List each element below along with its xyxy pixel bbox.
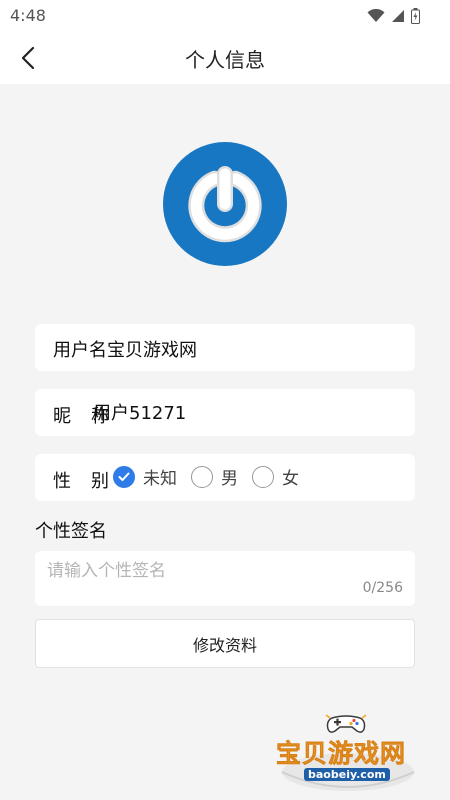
status-time: 4:48	[10, 6, 46, 25]
status-icons	[367, 8, 420, 24]
status-bar: 4:48	[0, 0, 450, 32]
signature-box: 0/256	[35, 551, 415, 606]
radio-unchecked[interactable]	[252, 465, 274, 488]
signature-input[interactable]	[47, 559, 397, 583]
gender-option-label: 女	[282, 469, 299, 489]
power-logo-icon	[163, 142, 287, 266]
signature-counter: 0/256	[362, 580, 403, 596]
username-row: 用户名宝贝游戏网	[35, 324, 415, 371]
wifi-icon	[367, 9, 385, 22]
signal-icon	[392, 10, 404, 22]
checkmark-icon	[118, 472, 130, 481]
watermark-title: 宝贝游戏网	[276, 739, 407, 769]
radio-unchecked[interactable]	[191, 465, 213, 488]
nickname-input[interactable]	[93, 399, 393, 425]
username-text: 用户名宝贝游戏网	[53, 340, 197, 361]
gender-option-label: 未知	[143, 469, 177, 489]
page-title: 个人信息	[185, 48, 265, 72]
gender-option-male[interactable]: 男	[191, 464, 238, 489]
gender-option-unknown[interactable]: 未知	[113, 464, 177, 489]
radio-checked[interactable]	[113, 465, 135, 488]
watermark-domain: baobeiy.com	[304, 768, 390, 781]
gamepad-icon	[325, 714, 367, 733]
watermark-logo: 宝贝游戏网 baobeiy.com	[270, 712, 420, 792]
gender-radio-group: 未知 男 女	[113, 464, 313, 489]
signature-label: 个性签名	[35, 521, 107, 542]
gender-option-female[interactable]: 女	[252, 464, 299, 489]
battery-icon	[411, 8, 420, 24]
gender-row: 性别 未知 男 女	[35, 454, 415, 501]
submit-button[interactable]: 修改资料	[35, 619, 415, 668]
app-bar: 个人信息	[0, 32, 450, 84]
nickname-row: 昵称	[35, 389, 415, 436]
gender-option-label: 男	[221, 469, 238, 489]
avatar[interactable]	[162, 141, 288, 267]
